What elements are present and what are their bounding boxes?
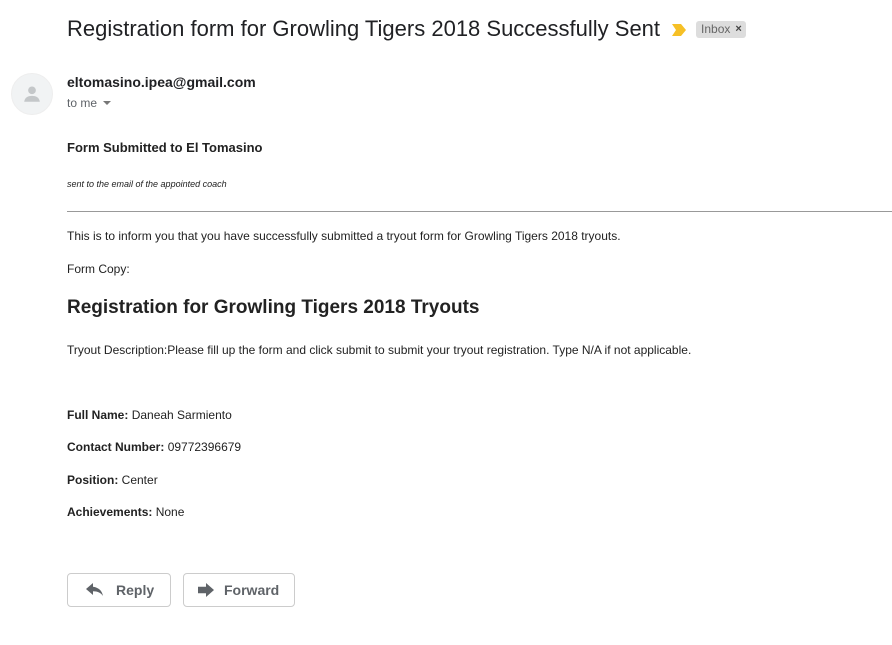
reply-icon: [86, 583, 103, 596]
importance-icon[interactable]: [672, 23, 687, 36]
field-value: Daneah Sarmiento: [131, 408, 232, 422]
form-submitted-heading: Form Submitted to El Tomasino: [67, 140, 263, 155]
field-position: Position: Center: [67, 473, 158, 487]
field-contact-number: Contact Number: 09772396679: [67, 440, 241, 454]
intro-text: This is to inform you that you have succ…: [67, 229, 621, 243]
subject-row: Registration form for Growling Tigers 20…: [67, 16, 746, 42]
registration-title: Registration for Growling Tigers 2018 Tr…: [67, 297, 480, 318]
field-label: Full Name:: [67, 408, 129, 422]
recipient-details-toggle[interactable]: to me: [67, 96, 112, 110]
field-label: Contact Number:: [67, 440, 165, 454]
tryout-description: Tryout Description:Please fill up the fo…: [67, 343, 692, 357]
field-full-name: Full Name: Daneah Sarmiento: [67, 408, 232, 422]
inbox-label-text: Inbox: [701, 21, 731, 36]
field-value: None: [155, 505, 185, 519]
field-value: 09772396679: [167, 440, 242, 454]
field-value: Center: [121, 473, 158, 487]
forward-label: Forward: [224, 582, 280, 598]
reply-button[interactable]: Reply: [67, 573, 171, 607]
email-subject: Registration form for Growling Tigers 20…: [67, 16, 661, 41]
sender-email[interactable]: eltomasino.ipea@gmail.com: [67, 74, 256, 90]
forward-button[interactable]: Forward: [183, 573, 295, 607]
reply-label: Reply: [116, 582, 155, 598]
divider: [67, 211, 892, 212]
field-label: Position:: [67, 473, 119, 487]
recipient-label: to me: [67, 96, 98, 110]
coach-note: sent to the email of the appointed coach: [67, 179, 227, 189]
inbox-label-chip[interactable]: Inbox ×: [696, 20, 746, 38]
avatar-person-icon: [24, 86, 40, 102]
form-copy-label: Form Copy:: [67, 262, 130, 276]
field-achievements: Achievements: None: [67, 505, 184, 519]
dropdown-caret-icon[interactable]: [103, 101, 112, 105]
avatar: [11, 73, 53, 115]
forward-icon: [198, 583, 214, 597]
field-label: Achievements:: [67, 505, 153, 519]
remove-label-icon[interactable]: ×: [735, 22, 741, 37]
